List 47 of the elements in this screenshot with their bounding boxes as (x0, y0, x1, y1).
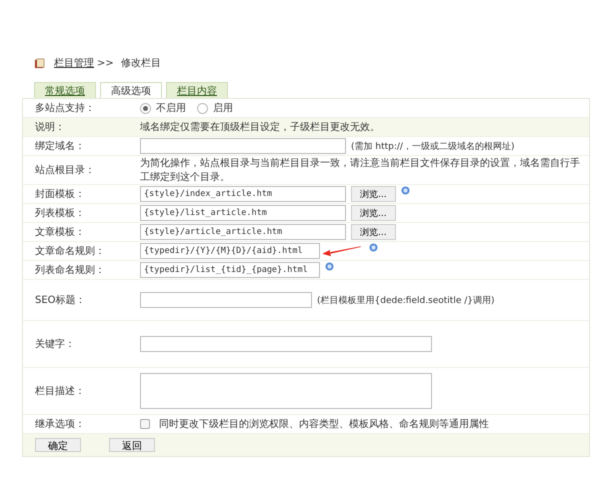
breadcrumb-link[interactable]: 栏目管理 (54, 56, 94, 70)
hint-text: (栏目模板里用{dede:field.seotitle /}调用) (317, 294, 495, 306)
input-field[interactable] (140, 292, 312, 308)
field-label: 列表模板： (34, 206, 86, 220)
radio-label: 不启用 (156, 102, 186, 115)
field-label: 说明： (34, 121, 66, 134)
field-label: 文章模板： (34, 226, 86, 239)
text-area[interactable] (140, 373, 432, 409)
input-field[interactable]: {style}/index_article.htm (140, 186, 346, 202)
checkbox[interactable] (140, 419, 150, 429)
field-label: 站点根目录： (34, 164, 96, 177)
description-text: 域名绑定仅需要在顶级栏目设定，子级栏目更改无效。 (140, 120, 380, 134)
help-icon[interactable] (400, 186, 410, 195)
book-icon (34, 58, 45, 68)
hint-text: (需加 http://，一级或二级域名的根网址) (351, 140, 514, 152)
browse-button[interactable]: 浏览... (351, 205, 396, 221)
form-button[interactable]: 返回 (109, 438, 155, 452)
radio-button[interactable] (140, 102, 151, 114)
breadcrumb-current: 修改栏目 (120, 56, 161, 70)
text-area[interactable] (140, 336, 432, 352)
browse-button[interactable]: 浏览... (351, 186, 396, 202)
tab[interactable]: 栏目内容 (166, 82, 228, 98)
field-label: 栏目描述： (34, 384, 86, 398)
field-label: 继承选项： (34, 418, 86, 431)
browse-button[interactable]: 浏览... (351, 224, 396, 240)
field-label: 列表命名规则： (34, 264, 106, 277)
field-label: 关键字： (34, 338, 76, 351)
radio-label: 启用 (213, 102, 233, 115)
field-label: SEO标题： (34, 294, 87, 307)
tab[interactable]: 高级选项 (100, 82, 162, 98)
description-text: 为简化操作，站点根目录与当前栏目目录一致，请注意当前栏目文件保存目录的设置，域名需自行手工绑定到这个目录。 (140, 156, 581, 184)
field-label: 绑定域名： (34, 140, 86, 153)
input-field[interactable]: {typedir}/{Y}/{M}{D}/{aid}.html (140, 243, 320, 259)
checkbox-label: 同时更改下级栏目的浏览权限、内容类型、模板风格、命名规则等通用属性 (159, 418, 489, 431)
field-label: 封面模板： (34, 188, 86, 201)
help-icon[interactable] (369, 243, 378, 252)
input-field[interactable] (140, 138, 346, 154)
breadcrumb-separator: >> (97, 58, 114, 68)
field-label: 多站点支持： (34, 102, 96, 115)
input-field[interactable]: {style}/list_article.htm (140, 205, 346, 221)
help-icon[interactable] (325, 262, 334, 271)
field-label: 文章命名规则： (34, 244, 106, 258)
form-button[interactable]: 确定 (35, 438, 81, 452)
input-field[interactable]: {style}/article_article.htm (140, 224, 346, 240)
radio-button[interactable] (197, 102, 208, 114)
tab[interactable]: 常规选项 (34, 82, 96, 98)
input-field[interactable]: {typedir}/list_{tid}_{page}.html (140, 262, 320, 278)
